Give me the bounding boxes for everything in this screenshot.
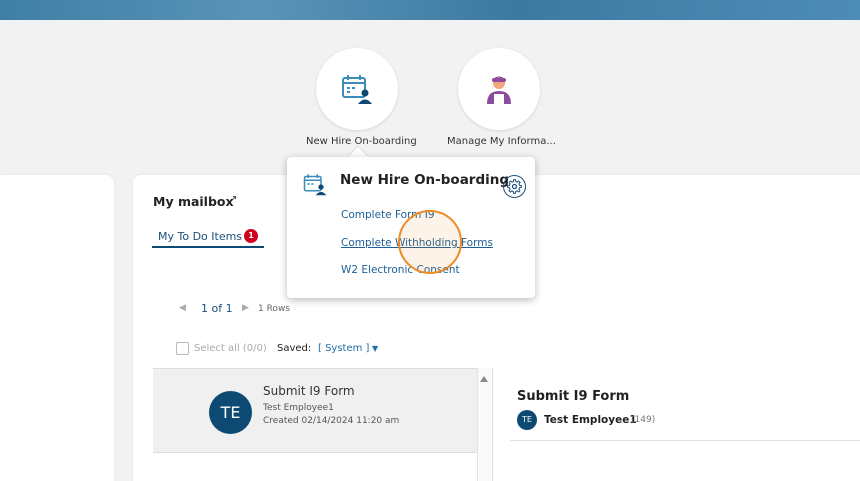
calendar-person-icon [342, 75, 372, 104]
top-banner [0, 0, 860, 20]
detail-count: (149) [631, 415, 656, 425]
tile-new-hire-onboarding[interactable] [316, 48, 398, 130]
detail-employee-name[interactable]: Test Employee1 [544, 414, 637, 426]
list-scrollbar[interactable] [477, 368, 491, 481]
item-created: Created 02/14/2024 11:20 am [263, 416, 400, 426]
saved-filter-dropdown[interactable]: [ System ] [318, 343, 369, 354]
select-all-label: Select all (0/0) [194, 343, 267, 354]
avatar: TE [209, 391, 252, 434]
item-title: Submit I9 Form [263, 384, 355, 398]
tab-label: My To Do Items [158, 230, 243, 243]
calendar-person-icon [303, 174, 327, 196]
avatar: TE [517, 410, 537, 430]
tab-my-to-do-items[interactable]: My To Do Items 1 [152, 228, 264, 248]
caret-down-icon[interactable]: ▼ [372, 344, 378, 353]
pager-next-icon[interactable]: ▶ [242, 303, 249, 313]
tile-manage-my-information[interactable] [458, 48, 540, 130]
select-all-checkbox[interactable] [176, 342, 189, 355]
settings-button[interactable] [503, 175, 526, 198]
person-icon [487, 76, 511, 104]
gear-icon [507, 179, 522, 194]
mailbox-title[interactable]: My mailbox [153, 194, 234, 209]
tile-label-manage-info[interactable]: Manage My Informa... [447, 136, 556, 147]
detail-title: Submit I9 Form [517, 389, 630, 404]
divider [510, 440, 860, 441]
list-item[interactable]: TE Submit I9 Form Test Employee1 Created… [153, 368, 477, 453]
item-assignee: Test Employee1 [263, 403, 334, 413]
click-highlight [398, 210, 462, 274]
left-panel [0, 175, 114, 481]
count-badge: 1 [244, 229, 258, 243]
tile-label-new-hire[interactable]: New Hire On-boarding [306, 136, 417, 147]
divider [492, 368, 493, 481]
popover-title: New Hire On-boarding [340, 172, 510, 188]
pager-text: 1 of 1 [201, 302, 233, 315]
external-link-icon[interactable]: ↗ [229, 194, 237, 205]
rows-count: 1 Rows [258, 304, 290, 314]
saved-label: Saved: [277, 343, 312, 354]
pager-prev-icon[interactable]: ◀ [179, 303, 186, 313]
scroll-up-icon[interactable] [480, 376, 488, 382]
